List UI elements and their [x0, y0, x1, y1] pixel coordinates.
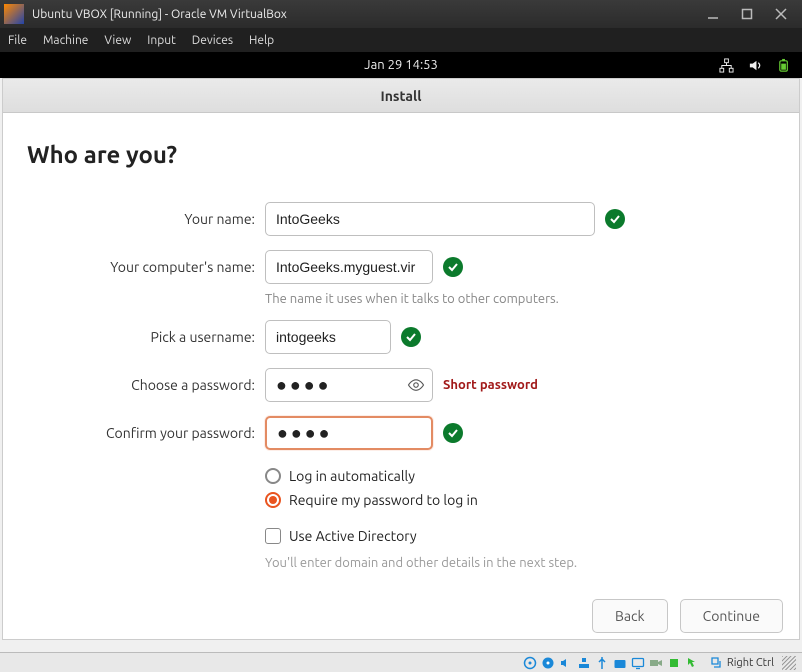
resize-grip-icon[interactable] [782, 656, 796, 670]
computer-name-input[interactable] [265, 250, 433, 284]
vbox-titlebar: Ubuntu VBOX [Running] - Oracle VM Virtua… [0, 0, 802, 28]
mouse-integration-icon[interactable] [685, 655, 700, 670]
volume-icon[interactable] [748, 58, 763, 73]
vbox-status-icons [523, 655, 700, 670]
usb-icon[interactable] [595, 655, 610, 670]
check-icon [443, 423, 463, 443]
label-name: Your name: [27, 211, 255, 227]
continue-button[interactable]: Continue [680, 599, 783, 633]
active-directory-hint: You'll enter domain and other details in… [265, 556, 775, 570]
maximize-button[interactable] [730, 3, 764, 25]
radio-label: Require my password to log in [289, 492, 478, 508]
hdd-icon[interactable] [523, 655, 538, 670]
shared-folder-icon[interactable] [613, 655, 628, 670]
label-username: Pick a username: [27, 329, 255, 345]
user-form: Your name: Your computer's name: The nam… [27, 202, 775, 570]
vbox-menubar: File Machine View Input Devices Help [0, 28, 802, 52]
close-button[interactable] [764, 3, 798, 25]
radio-require-password[interactable]: Require my password to log in [265, 492, 775, 508]
label-confirm: Confirm your password: [27, 425, 255, 441]
menu-view[interactable]: View [104, 34, 131, 47]
audio-icon[interactable] [559, 655, 574, 670]
radio-icon [265, 468, 281, 484]
minimize-button[interactable] [696, 3, 730, 25]
checkbox-icon [265, 528, 281, 544]
network2-icon[interactable] [577, 655, 592, 670]
check-icon [401, 327, 421, 347]
vbox-window-title: Ubuntu VBOX [Running] - Oracle VM Virtua… [32, 8, 696, 21]
recording-icon[interactable] [649, 655, 664, 670]
radio-auto-login[interactable]: Log in automatically [265, 468, 775, 484]
radio-label: Log in automatically [289, 468, 415, 484]
nav-buttons: Back Continue [592, 599, 783, 633]
host-key-indicator[interactable]: Right Ctrl [710, 656, 774, 669]
install-window: Install Who are you? Your name: Your com… [2, 78, 800, 640]
processor-icon[interactable] [667, 655, 682, 670]
vbox-logo-icon [4, 4, 24, 24]
install-titlebar: Install [3, 79, 799, 113]
label-computer: Your computer's name: [27, 259, 255, 275]
install-title: Install [381, 88, 422, 104]
radio-icon [265, 492, 281, 508]
label-password: Choose a password: [27, 377, 255, 393]
menu-file[interactable]: File [8, 34, 27, 47]
install-body: Who are you? Your name: Your computer's … [3, 113, 799, 639]
password-strength: Short password [443, 378, 538, 392]
ubuntu-topbar: Jan 29 14:53 [0, 52, 802, 78]
name-input[interactable] [265, 202, 595, 236]
checkbox-label: Use Active Directory [289, 528, 417, 544]
battery-icon[interactable] [777, 58, 792, 73]
optical-icon[interactable] [541, 655, 556, 670]
page-heading: Who are you? [27, 141, 775, 168]
check-icon [443, 257, 463, 277]
keyboard-icon [710, 656, 723, 669]
checkbox-active-directory[interactable]: Use Active Directory [265, 528, 775, 544]
clock[interactable]: Jan 29 14:53 [364, 58, 438, 72]
username-input[interactable] [265, 320, 391, 354]
menu-machine[interactable]: Machine [43, 34, 88, 47]
eye-icon[interactable] [407, 376, 425, 394]
network-icon[interactable] [719, 58, 734, 73]
menu-devices[interactable]: Devices [192, 34, 233, 47]
confirm-password-input[interactable] [265, 416, 433, 450]
menu-input[interactable]: Input [147, 34, 176, 47]
computer-name-hint: The name it uses when it talks to other … [265, 292, 775, 306]
back-button[interactable]: Back [592, 599, 668, 633]
vbox-statusbar: Right Ctrl [0, 652, 802, 672]
ubuntu-system-tray[interactable] [719, 58, 792, 73]
display-icon[interactable] [631, 655, 646, 670]
host-key-label: Right Ctrl [727, 657, 774, 669]
menu-help[interactable]: Help [249, 34, 274, 47]
check-icon [605, 209, 625, 229]
